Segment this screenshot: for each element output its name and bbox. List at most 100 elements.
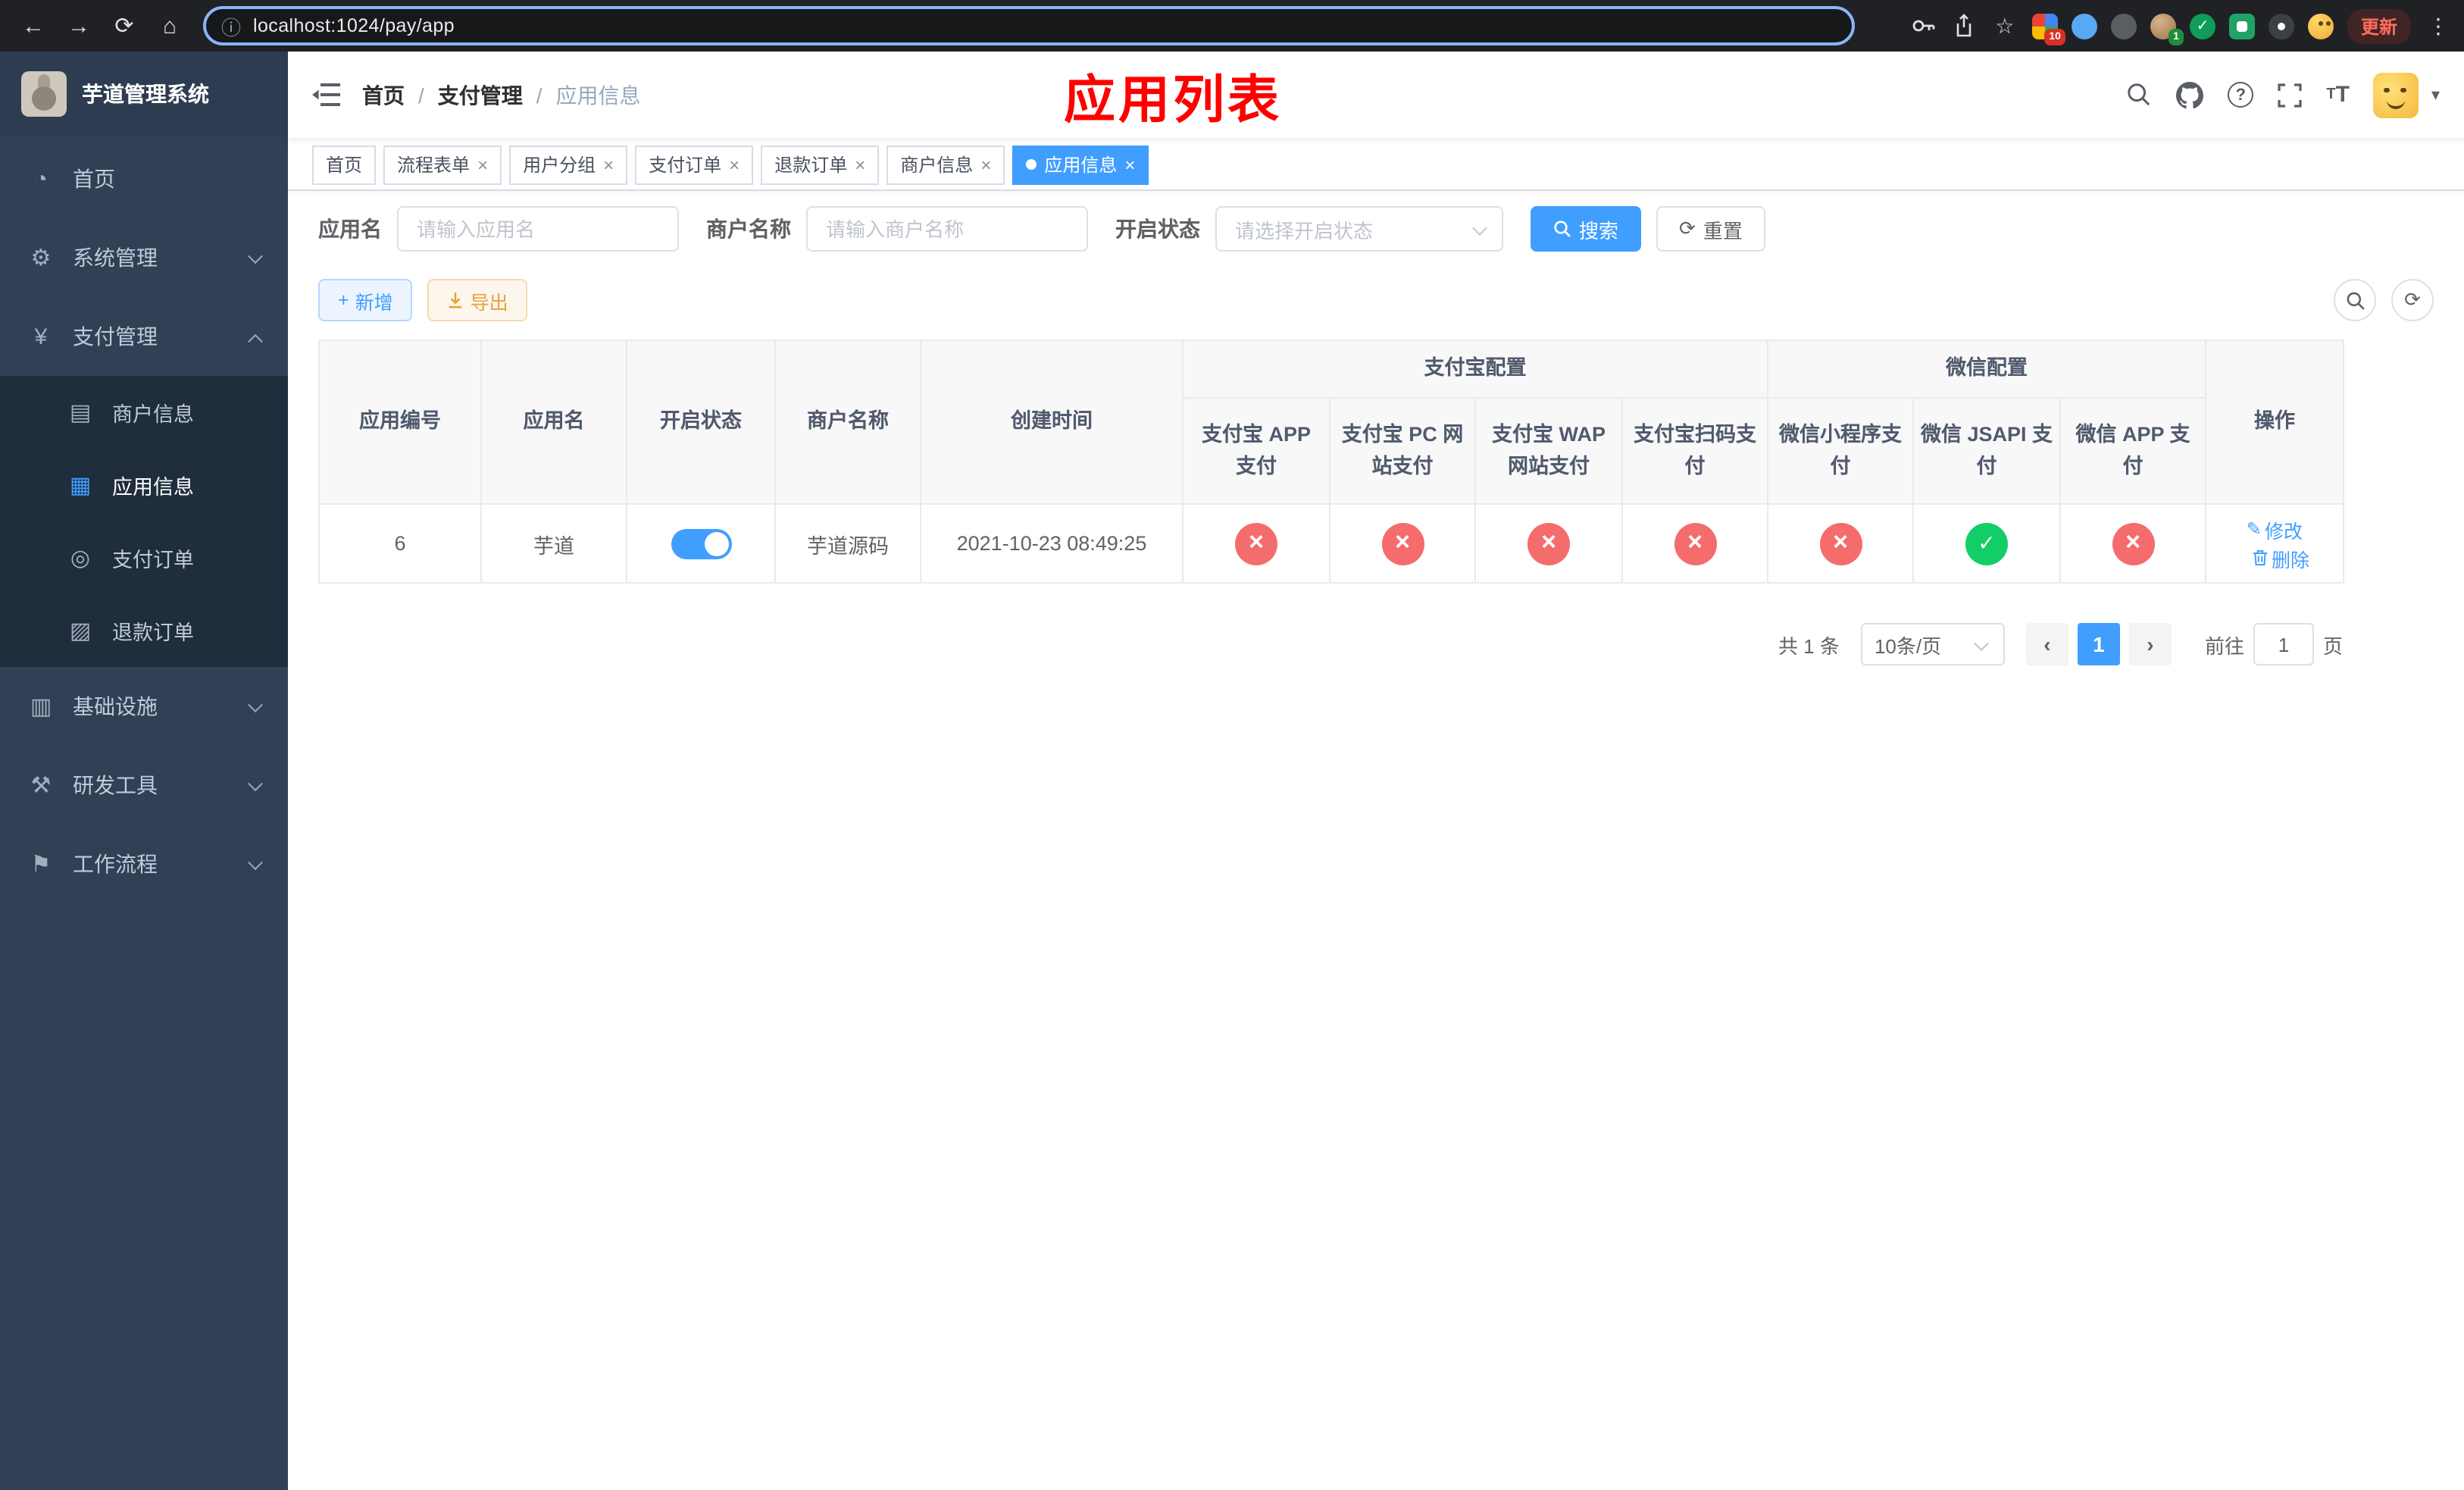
- reset-button[interactable]: ⟳ 重置: [1656, 206, 1765, 252]
- col-wx-app: 微信 APP 支付: [2059, 397, 2206, 505]
- tab-app-info[interactable]: 应用信息 ×: [1012, 145, 1149, 184]
- browser-home-icon[interactable]: ⌂: [152, 8, 188, 44]
- export-button[interactable]: 导出: [427, 279, 528, 321]
- cell-wx-mini: [1767, 503, 1914, 584]
- extension-dark-icon[interactable]: [2110, 13, 2137, 39]
- dashboard-icon: ◔: [33, 166, 48, 192]
- breadcrumb-separator: /: [418, 83, 424, 107]
- tab-close-icon[interactable]: ×: [603, 155, 614, 174]
- sidebar-fold-icon[interactable]: [312, 82, 341, 108]
- tab-label: 商户信息: [900, 155, 974, 176]
- sidebar-item-label: 基础设施: [73, 694, 158, 718]
- breadcrumb-home[interactable]: 首页: [362, 80, 405, 110]
- next-page-button[interactable]: ›: [2128, 623, 2172, 665]
- extension-face-icon[interactable]: [2307, 13, 2334, 39]
- tab-close-icon[interactable]: ×: [980, 155, 991, 174]
- add-button[interactable]: + 新增: [318, 279, 413, 321]
- tab-close-icon[interactable]: ×: [729, 155, 740, 174]
- col-merchant: 商户名称: [774, 340, 921, 505]
- sidebar: 芋道管理系统 ◔ 首页 ⚙ 系统管理 ¥ 支付管理 ▤ 商户信息 ▦ 应用信息 …: [0, 52, 288, 1490]
- extension-check-icon[interactable]: [2189, 13, 2215, 39]
- tab-close-icon[interactable]: ×: [1124, 155, 1135, 174]
- fullscreen-icon[interactable]: [2278, 83, 2302, 107]
- payment-submenu: ▤ 商户信息 ▦ 应用信息 ◎ 支付订单 ▨ 退款订单: [0, 376, 288, 667]
- share-icon[interactable]: [1950, 12, 1978, 39]
- user-avatar[interactable]: [2373, 72, 2419, 117]
- page-content: 应用名 商户名称 开启状态 请选择开启状态 搜索 ⟳ 重置: [288, 191, 2464, 1490]
- sidebar-item-system[interactable]: ⚙ 系统管理: [0, 218, 288, 297]
- browser-reload-icon[interactable]: ⟳: [106, 8, 142, 44]
- browser-menu-icon[interactable]: ⋮: [2428, 13, 2449, 39]
- breadcrumb-payment[interactable]: 支付管理: [438, 80, 523, 110]
- app-name-input[interactable]: [397, 206, 679, 252]
- font-size-icon[interactable]: TT: [2326, 83, 2350, 106]
- sidebar-item-home[interactable]: ◔ 首页: [0, 139, 288, 218]
- browser-forward-icon[interactable]: →: [61, 8, 97, 44]
- app-logo[interactable]: 芋道管理系统: [0, 52, 288, 136]
- sidebar-item-label: 首页: [73, 167, 115, 191]
- search-button[interactable]: 搜索: [1531, 206, 1642, 252]
- delete-button[interactable]: 删除: [2252, 543, 2309, 572]
- navbar-actions: ? TT ▾: [2126, 72, 2440, 117]
- tab-close-icon[interactable]: ×: [855, 155, 865, 174]
- tab-merchant-info[interactable]: 商户信息 ×: [886, 145, 1005, 184]
- sidebar-item-refund-orders[interactable]: ▨ 退款订单: [0, 594, 288, 667]
- avatar-caret-icon[interactable]: ▾: [2431, 85, 2440, 105]
- table-header: 应用编号 应用名 开启状态 商户名称 创建时间 支付宝配置 微信配置 操作 支付…: [318, 340, 2344, 505]
- chevron-down-icon: [248, 854, 263, 870]
- tab-process-form[interactable]: 流程表单 ×: [383, 145, 502, 184]
- extension-blue-icon[interactable]: [2071, 13, 2097, 39]
- tab-refund-orders[interactable]: 退款订单 ×: [761, 145, 880, 184]
- status-badge-alipay-wap: [1527, 522, 1570, 565]
- breadcrumb-current: 应用信息: [555, 83, 641, 107]
- col-app-name: 应用名: [480, 340, 627, 505]
- address-bar[interactable]: ⓘ localhost:1024/pay/app: [203, 6, 1855, 45]
- merchant-name-input[interactable]: [806, 206, 1088, 252]
- goto-page-input[interactable]: [2253, 623, 2314, 665]
- password-key-icon[interactable]: [1909, 12, 1937, 39]
- breadcrumb: 首页 / 支付管理 / 应用信息: [362, 80, 641, 110]
- refresh-table-button[interactable]: ⟳: [2391, 279, 2434, 321]
- search-icon[interactable]: [2126, 82, 2152, 108]
- browser-back-icon[interactable]: ←: [15, 8, 52, 44]
- extension-green-square-icon[interactable]: [2228, 13, 2255, 39]
- extension-grid-icon[interactable]: 10: [2031, 13, 2065, 45]
- page-size-select[interactable]: 10条/页: [1860, 623, 2005, 665]
- sidebar-item-label: 工作流程: [73, 852, 158, 876]
- extension-avatar-icon[interactable]: 1: [2150, 13, 2184, 45]
- sidebar-item-infrastructure[interactable]: ▥ 基础设施: [0, 667, 288, 746]
- toggle-search-button[interactable]: [2334, 279, 2376, 321]
- tab-close-icon[interactable]: ×: [477, 155, 488, 174]
- pagination: 共 1 条 10条/页 ‹ 1 › 前往 页: [318, 623, 2343, 665]
- bookmark-star-icon[interactable]: ☆: [1991, 12, 2018, 39]
- sidebar-item-dev-tools[interactable]: ⚒ 研发工具: [0, 746, 288, 825]
- help-icon[interactable]: ?: [2228, 82, 2254, 108]
- extension-pin-icon[interactable]: [2268, 13, 2294, 39]
- sidebar-item-payment[interactable]: ¥ 支付管理: [0, 297, 288, 376]
- status-toggle[interactable]: [671, 528, 731, 559]
- github-icon[interactable]: [2176, 81, 2204, 108]
- cell-alipay-pc: [1329, 503, 1476, 584]
- tab-label: 用户分组: [523, 155, 596, 176]
- page-number-1[interactable]: 1: [2077, 623, 2120, 665]
- sidebar-item-workflow[interactable]: ⚑ 工作流程: [0, 825, 288, 903]
- server-icon: ▥: [30, 694, 52, 720]
- site-info-icon[interactable]: ⓘ: [221, 11, 241, 40]
- sidebar-item-pay-orders[interactable]: ◎ 支付订单: [0, 521, 288, 594]
- sidebar-item-merchant-info[interactable]: ▤ 商户信息: [0, 376, 288, 449]
- browser-update-button[interactable]: 更新: [2347, 8, 2411, 43]
- status-label: 开启状态: [1115, 217, 1200, 241]
- prev-page-button[interactable]: ‹: [2025, 623, 2068, 665]
- tab-user-group[interactable]: 用户分组 ×: [509, 145, 628, 184]
- status-select[interactable]: 请选择开启状态: [1215, 206, 1503, 252]
- chevron-down-icon: [248, 696, 263, 712]
- browser-toolbar-right: ☆ 10 1 更新 ⋮: [1864, 8, 2449, 45]
- extension-badge-green: 1: [2169, 28, 2184, 45]
- tab-pay-orders[interactable]: 支付订单 ×: [635, 145, 754, 184]
- goto-label: 前往: [2204, 634, 2244, 657]
- sidebar-item-app-info[interactable]: ▦ 应用信息: [0, 449, 288, 521]
- status-badge-alipay-pc: [1381, 522, 1424, 565]
- sidebar-item-label: 支付管理: [73, 324, 158, 349]
- edit-button[interactable]: ✎ 修改: [2247, 515, 2303, 543]
- tab-home[interactable]: 首页: [312, 145, 377, 184]
